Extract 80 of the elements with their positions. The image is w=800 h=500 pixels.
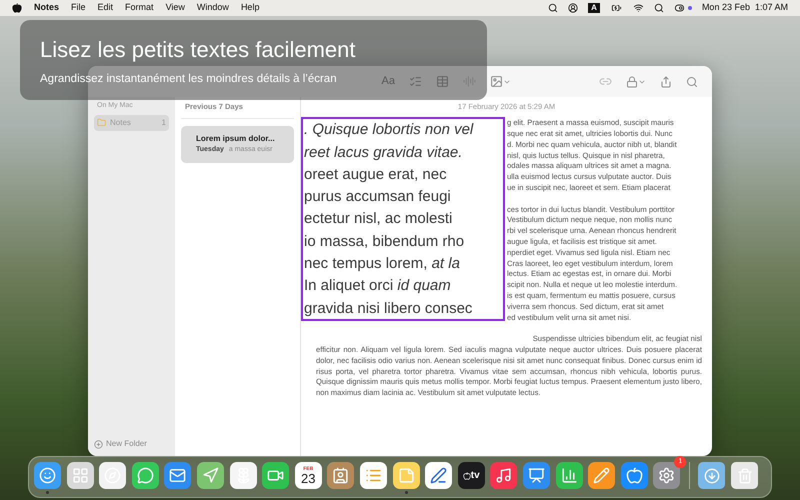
app-tile[interactable]: tv [458, 462, 485, 489]
menu-item[interactable]: Format [125, 1, 154, 15]
search-icon[interactable] [548, 3, 558, 13]
gear-icon [658, 467, 676, 484]
music-note-icon [495, 467, 512, 484]
apple-logo-icon [462, 472, 471, 480]
image-icon [490, 75, 503, 88]
magnified-text-line: . Quisque lobortis non vel [304, 120, 474, 140]
note-count: 1 [162, 116, 166, 128]
battery-icon[interactable] [610, 3, 623, 13]
presentation-icon [528, 467, 545, 484]
lock-button[interactable] [626, 76, 646, 88]
mail-icon [169, 467, 186, 484]
app-tile[interactable] [556, 462, 582, 489]
app-tile[interactable] [392, 462, 420, 489]
magnified-text-line: io massa, bibendum rho [304, 232, 466, 252]
note-title: Lorem ipsum dolor... [196, 133, 276, 146]
app-tile[interactable] [66, 462, 94, 489]
app-tile[interactable] [262, 462, 290, 489]
app-tile[interactable] [196, 462, 224, 489]
app-tile[interactable] [34, 462, 61, 489]
calendar-day: 23 [301, 472, 316, 486]
app-tile[interactable] [132, 462, 159, 489]
pencil-icon [593, 467, 610, 484]
app-tile[interactable] [731, 462, 758, 489]
apple-logo-icon[interactable] [12, 3, 22, 13]
menu-bar-time[interactable]: 1:07 AM [754, 1, 788, 15]
magnified-text-line: In aliquet orci id quam [304, 276, 452, 296]
app-menu[interactable]: Notes [34, 1, 60, 15]
menu-item[interactable]: Help [240, 1, 260, 15]
app-tile[interactable] [99, 462, 126, 489]
search-icon[interactable] [654, 3, 664, 13]
caption-subtitle: Agrandissez instantanément les moindres détails à l’écran [40, 72, 337, 87]
contacts-icon [332, 467, 350, 484]
share-icon[interactable] [660, 76, 672, 88]
app-tile[interactable] [360, 462, 387, 489]
app-tile[interactable] [620, 462, 648, 489]
running-indicator [404, 491, 408, 494]
menu-item[interactable]: Window [196, 1, 229, 15]
magnified-text-line: ectetur nisl, ac molesti [304, 209, 454, 230]
app-tile[interactable] [653, 462, 680, 489]
menu-item[interactable]: File [71, 1, 86, 15]
media-button[interactable] [490, 75, 511, 88]
magnified-text-line: purus accumsan feugi [304, 187, 452, 208]
lock-icon [626, 76, 638, 88]
menu-item[interactable]: View [166, 1, 185, 15]
reminders-icon [364, 467, 382, 484]
menu-item[interactable]: Edit [98, 1, 114, 15]
app-tile[interactable] [588, 462, 616, 489]
app-tile[interactable] [164, 462, 192, 489]
magnified-text-line: reet lacus gravida vitae. [304, 142, 464, 163]
bar-chart-icon [560, 467, 578, 484]
user-circle-icon[interactable] [568, 3, 578, 13]
launchpad-icon [72, 467, 89, 484]
caption-title: Lisez les petits textes facilement [40, 36, 356, 64]
app-tile[interactable] [230, 462, 257, 489]
freeform-icon [430, 467, 448, 484]
checklist-icon[interactable] [409, 75, 422, 88]
messages-icon [136, 467, 154, 484]
app-tile[interactable] [425, 462, 452, 489]
app-tile[interactable] [522, 462, 550, 489]
menu-bar-date[interactable]: Mon 23 Feb [702, 1, 750, 15]
app-tile[interactable] [698, 462, 726, 489]
notes-icon [398, 467, 415, 484]
sidebar-item-label: Notes [110, 116, 131, 128]
tv-label: tv [470, 469, 480, 483]
input-source-indicator[interactable]: A [588, 3, 600, 13]
folder-icon [97, 118, 106, 127]
control-center-icon[interactable] [674, 3, 685, 13]
magnified-text-line: nec tempus lorem, at la [304, 254, 461, 274]
plus-circle-icon [94, 440, 103, 448]
app-tile[interactable] [327, 462, 354, 489]
wifi-icon[interactable] [632, 3, 644, 13]
magnified-text-line: oreet augue erat, nec [304, 164, 448, 185]
finder-icon [39, 467, 56, 484]
maps-icon [202, 467, 219, 484]
magnified-text-line: gravida nisi libero consec [304, 298, 474, 319]
running-indicator [46, 491, 49, 494]
downloads-folder-icon [704, 468, 720, 484]
app-tile[interactable] [490, 462, 518, 489]
